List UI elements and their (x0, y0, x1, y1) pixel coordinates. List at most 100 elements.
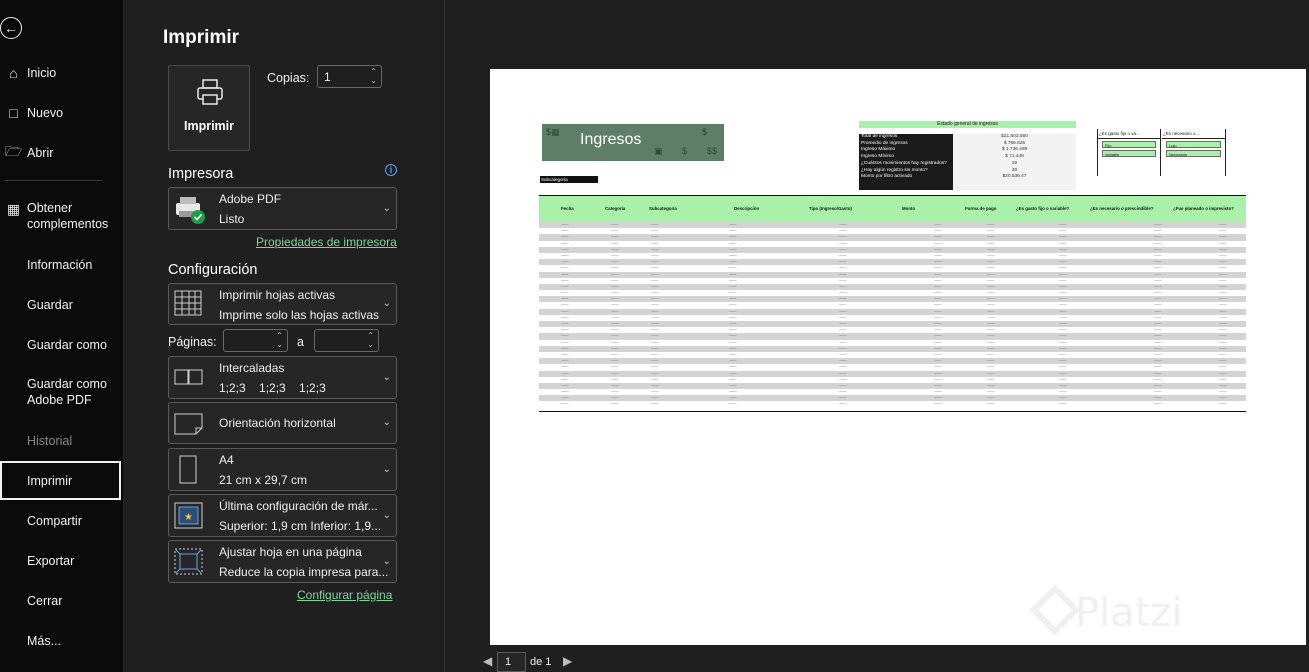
table-header-cell: Categoría (605, 206, 626, 211)
print-button[interactable]: Imprimir (168, 65, 250, 151)
mini-table-cell: Necesario (1166, 150, 1221, 157)
nav-item-historial: Historial (0, 432, 121, 450)
nav-label: Más... (27, 634, 62, 648)
printer-status-icon (176, 197, 205, 224)
summary-values: $21.503.550 $ 766.626 $ 1.736.498 $ 71.449 2… (953, 134, 1076, 190)
chevron-down-icon: ⌄ (382, 510, 391, 521)
chevron-down-icon: ⌄ (382, 417, 391, 428)
printer-dropdown[interactable]: Adobe PDF Listo ⌄ (168, 187, 397, 230)
collation-dropdown[interactable]: Intercaladas 1;2;3 1;2;3 1;2;3 ⌄ (168, 356, 397, 399)
banner-title: Ingresos (580, 131, 642, 148)
margins-dropdown[interactable]: ★ Última configuración de már... Superio… (168, 494, 397, 537)
print-what-dropdown[interactable]: Imprimir hojas activas Imprime solo las … (168, 283, 397, 325)
back-arrow-icon[interactable]: ← (0, 17, 22, 39)
chevron-down-icon: ⌄ (382, 464, 391, 475)
table-row: ─── ─── ─── ─── ─── ─── ─── ─── ─── ─── (539, 401, 1246, 408)
summary-value: $ 71.449 (1005, 154, 1024, 160)
scaling-dropdown[interactable]: Ajustar hoja en una página Reduce la cop… (168, 540, 397, 583)
nav-item-guardar-adobe-pdf[interactable]: Guardar como Adobe PDF (0, 376, 121, 410)
pages-to-input[interactable]: ⌃ ⌄ (314, 329, 379, 352)
table-header-cell: Subcategoría (649, 206, 677, 211)
nav-item-guardar-como[interactable]: Guardar como (0, 336, 121, 354)
nav-item-inicio[interactable]: ⌂ Inicio (0, 64, 121, 82)
mini-table-cell: Fijo (1102, 141, 1156, 148)
money-bag-icon: $ (702, 127, 708, 137)
nav-item-imprimir[interactable]: Imprimir (0, 461, 121, 500)
table-cell: ─── (611, 402, 619, 407)
table-header-cell: ¿Es necesario o prescindible? (1090, 206, 1154, 211)
mini-table-cell: Lujo (1166, 141, 1221, 148)
table-header-cell: Descripción (734, 206, 760, 211)
nav-label: Historial (27, 434, 73, 448)
spin-arrows-icon[interactable]: ⌃ ⌄ (367, 331, 374, 349)
nav-label: Información (27, 258, 93, 272)
printer-icon (197, 79, 223, 105)
chevron-down-icon: ⌄ (382, 298, 391, 309)
nav-item-cerrar[interactable]: Cerrar (0, 592, 121, 610)
page-count: de 1 (530, 656, 552, 668)
table-cell: ─── (987, 402, 995, 407)
preview-page[interactable]: $▦ $ ▣ $ $$ Ingresos Subcategoría Estado… (490, 69, 1306, 645)
setting-line1: Intercaladas (219, 361, 285, 375)
sheet-grid-icon (174, 290, 202, 316)
nav-item-nuevo[interactable]: □ Nuevo (0, 104, 121, 122)
mini-table-fixed-variable: ¿Es gasto fijo o va... Fijo Variable (1097, 129, 1161, 176)
table-header-cell: ¿Es gasto fijo o variable? (1016, 206, 1070, 211)
nav-item-mas[interactable]: Más... (0, 632, 121, 650)
chevron-down-icon: ⌄ (382, 203, 391, 214)
money-bag-icon: $$ (707, 146, 718, 156)
printer-status: Listo (219, 212, 245, 226)
svg-text:★: ★ (184, 512, 193, 523)
nav-item-abrir[interactable]: 🗁 Abrir (0, 143, 121, 162)
table-header-row: Fecha Categoría Subcategoría Descripción… (539, 196, 1246, 222)
setting-line2: Superior: 1,9 cm Inferior: 1,9... (219, 519, 382, 533)
table-cell: ─── (1154, 402, 1162, 407)
mini-table-cell: Variable (1102, 150, 1156, 157)
spin-arrows-icon[interactable]: ⌃ ⌄ (276, 331, 283, 349)
nav-label: Nuevo (27, 106, 64, 120)
pages-to-label: a (297, 335, 304, 349)
folder-open-icon: 🗁 (4, 143, 23, 159)
watermark: Platzi (1075, 590, 1183, 636)
table-cell: ─── (1059, 402, 1067, 407)
copies-stepper[interactable]: 1 ⌃ ⌄ (317, 65, 382, 88)
summary-value: 29 (1011, 160, 1018, 166)
copies-label: Copias: (267, 71, 310, 85)
table-cell: ─── (934, 402, 942, 407)
next-page-icon[interactable]: ▶ (563, 654, 572, 668)
money-bag-icon: $▦ (546, 127, 560, 137)
summary-label: Total de ingresos (861, 134, 898, 139)
pages-from-input[interactable]: ⌃ ⌄ (223, 329, 288, 352)
nav-label: Compartir (27, 514, 82, 528)
table-header-cell: Monto (902, 206, 916, 211)
nav-label: Imprimir (27, 473, 73, 488)
setting-line1: Ajustar hoja en una página (219, 545, 362, 559)
printer-properties-link[interactable]: Propiedades de impresora (256, 235, 397, 249)
backstage-nav: ← ⌂ Inicio □ Nuevo 🗁 Abrir ▦ Obtener com… (0, 0, 123, 672)
setting-line2: 21 cm x 29,7 cm (219, 473, 308, 487)
current-page-input[interactable]: 1 (497, 652, 526, 672)
mini-table-necessary-luxury: ¿Es necesario o ... Lujo Necesario (1162, 129, 1226, 176)
spin-arrows-icon[interactable]: ⌃ ⌄ (370, 67, 377, 85)
nav-label: Obtener complementos (27, 201, 109, 231)
new-document-icon: □ (9, 105, 18, 121)
ingresos-banner: $▦ $ ▣ $ $$ Ingresos (542, 124, 724, 161)
nav-item-informacion[interactable]: Información (0, 256, 121, 274)
config-section-title: Configuración (168, 262, 258, 278)
info-icon[interactable]: i (385, 164, 397, 176)
mini-table-header: ¿Es gasto fijo o va... (1098, 129, 1160, 139)
nav-item-compartir[interactable]: Compartir (0, 512, 121, 530)
nav-item-exportar[interactable]: Exportar (0, 552, 121, 570)
page-setup-link[interactable]: Configurar página (297, 588, 392, 602)
setting-line2: 1;2;3 1;2;3 1;2;3 (219, 381, 326, 395)
prev-page-icon[interactable]: ◀ (483, 654, 492, 668)
orientation-dropdown[interactable]: Orientación horizontal ⌄ (168, 402, 397, 444)
nav-item-guardar[interactable]: Guardar (0, 296, 121, 314)
paper-size-dropdown[interactable]: A4 21 cm x 29,7 cm ⌄ (168, 448, 397, 491)
summary-label: Ingreso Mínimo (861, 154, 895, 160)
nav-label: Abrir (27, 146, 54, 160)
table-header-cell: Tipo (Ingreso/Gasto) (809, 206, 852, 211)
chevron-down-icon: ⌄ (382, 372, 391, 383)
home-icon: ⌂ (9, 65, 18, 81)
nav-item-obtener-complementos[interactable]: ▦ Obtener complementos (0, 200, 121, 234)
